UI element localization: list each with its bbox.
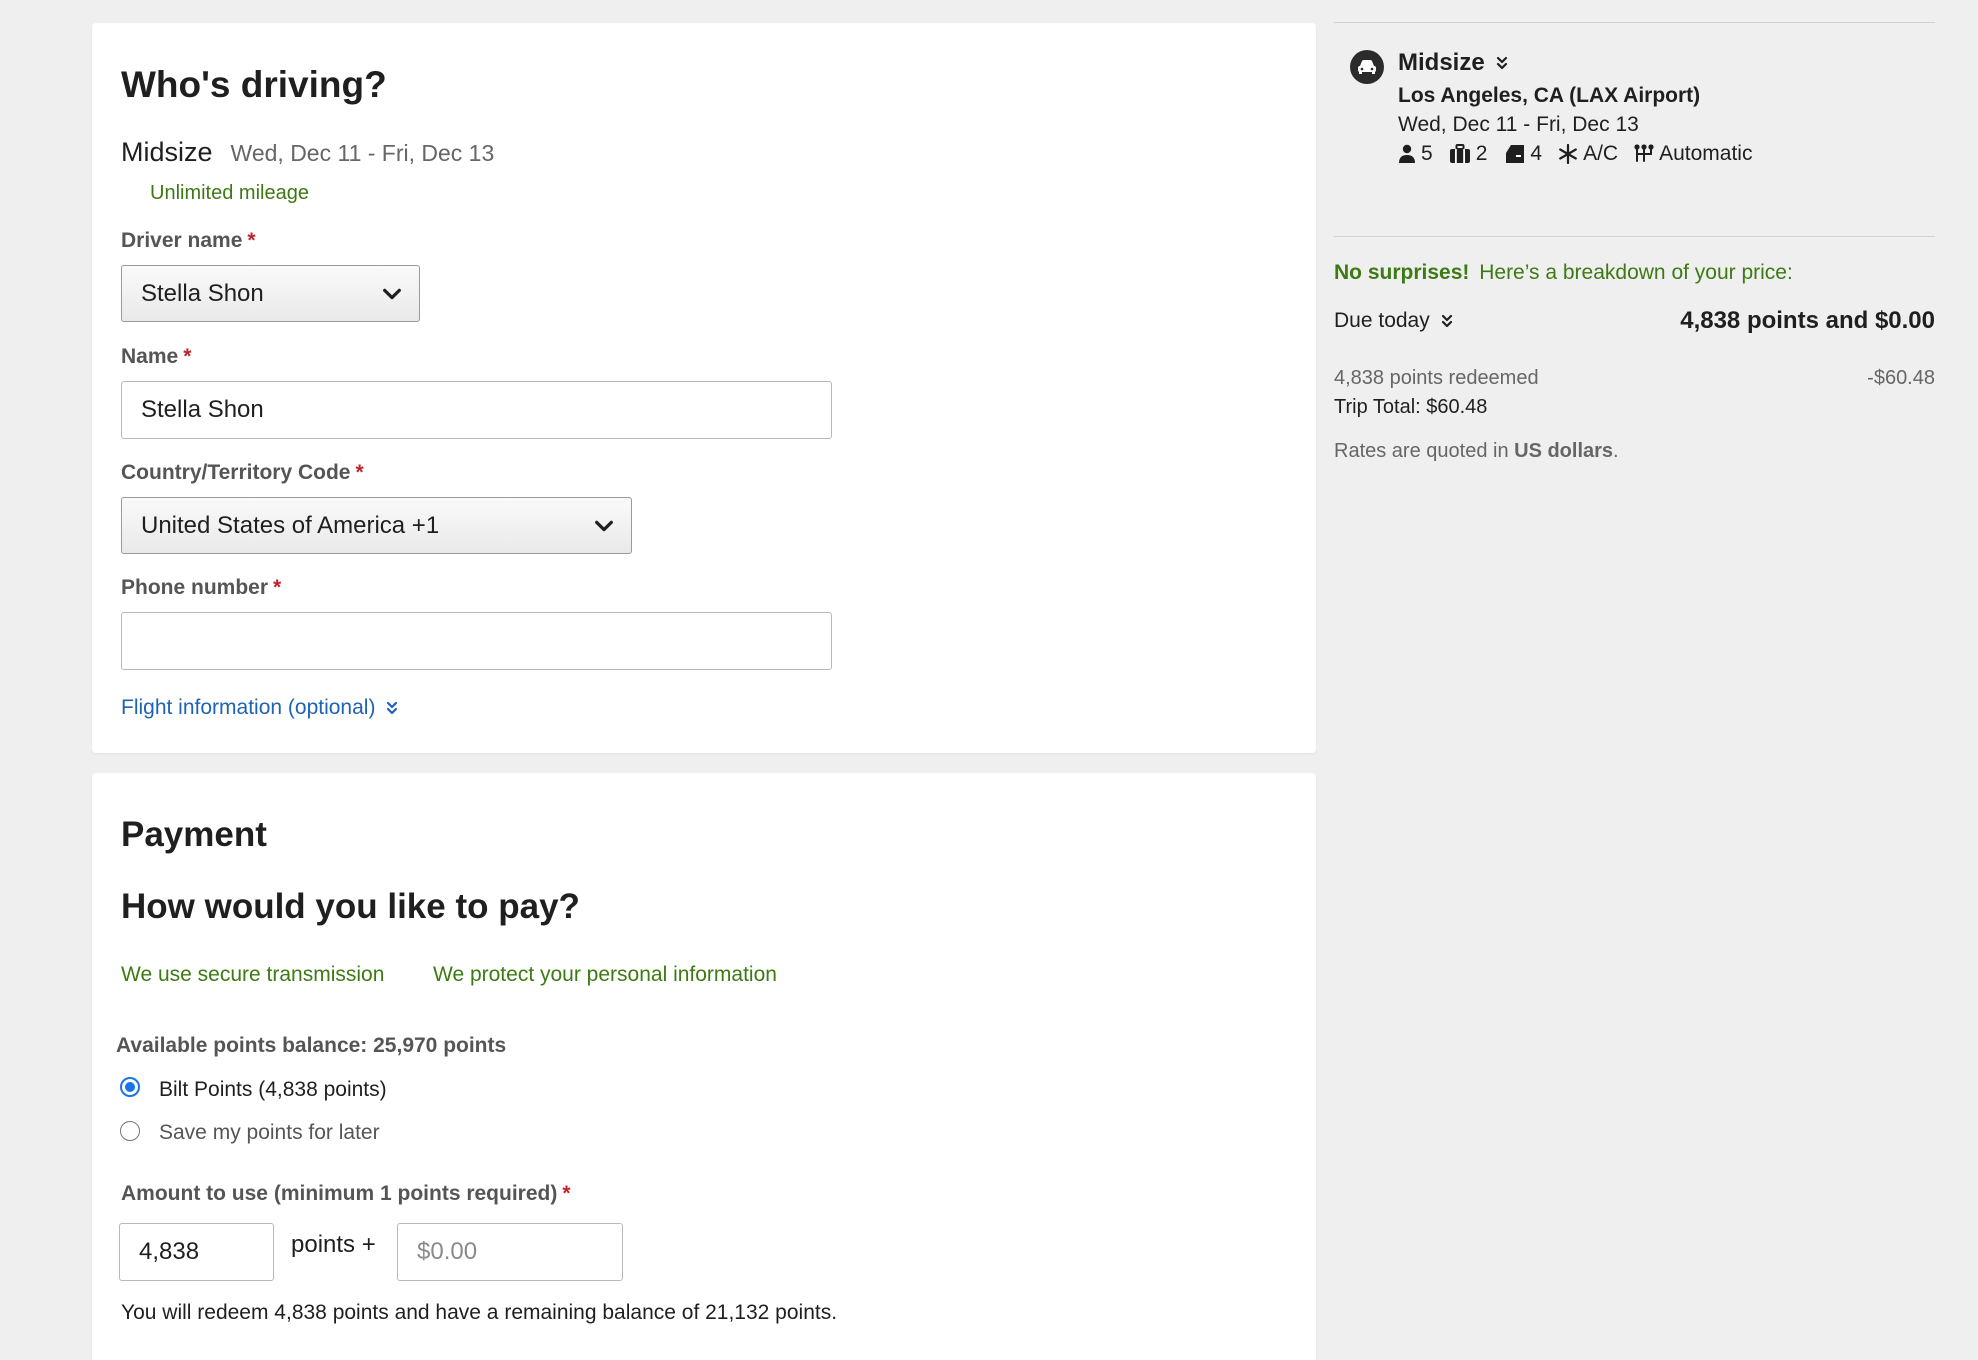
due-today-toggle[interactable]: Due today xyxy=(1334,309,1454,333)
summary-middle-divider xyxy=(1334,236,1935,237)
country-code-value: United States of America +1 xyxy=(141,511,440,539)
due-today-label: Due today xyxy=(1334,309,1430,332)
redeem-note: You will redeem 4,838 points and have a … xyxy=(121,1301,838,1324)
rates-currency: US dollars xyxy=(1514,440,1614,462)
summary-car-class: Midsize xyxy=(1398,49,1485,76)
car-door-icon xyxy=(1506,145,1525,163)
car-class: Midsize xyxy=(121,137,213,167)
rental-dates: Wed, Dec 11 - Fri, Dec 13 xyxy=(230,140,495,166)
doors-count: 4 xyxy=(1530,142,1543,165)
car-icon xyxy=(1350,50,1384,84)
cash-amount-input[interactable] xyxy=(397,1223,623,1281)
phone-number-input[interactable] xyxy=(121,612,832,670)
payment-card: Payment How would you like to pay? We us… xyxy=(92,773,1316,1360)
payment-heading: Payment xyxy=(121,815,267,854)
transmission-text: Automatic xyxy=(1659,142,1753,165)
car-summary-line: Midsize Wed, Dec 11 - Fri, Dec 13 xyxy=(121,137,494,168)
car-specs: 5 2 4 A/C Automatic xyxy=(1398,142,1768,166)
points-balance-text: Available points balance: 25,970 points xyxy=(116,1034,507,1057)
points-amount-input[interactable]: 4,838 xyxy=(119,1223,274,1281)
passengers-spec: 5 xyxy=(1398,142,1433,166)
rates-suffix: . xyxy=(1613,440,1619,462)
save-points-radio[interactable] xyxy=(120,1121,140,1141)
driver-name-label: Driver name * xyxy=(121,229,256,252)
phone-number-label: Phone number * xyxy=(121,576,282,599)
driver-name-value: Stella Shon xyxy=(141,279,264,307)
ac-spec: A/C xyxy=(1558,142,1618,166)
secure-transmission-text: We use secure transmission xyxy=(121,963,385,986)
required-mark: * xyxy=(355,461,364,484)
due-today-value: 4,838 points and $0.00 xyxy=(1680,307,1935,334)
save-points-label[interactable]: Save my points for later xyxy=(159,1121,380,1145)
summary-top-divider xyxy=(1334,22,1935,23)
luggage-icon xyxy=(1449,144,1470,163)
driver-heading: Who's driving? xyxy=(121,64,387,105)
bilt-points-radio[interactable] xyxy=(120,1077,140,1097)
required-mark: * xyxy=(183,345,192,368)
bags-spec: 2 xyxy=(1449,142,1488,166)
summary-location: Los Angeles, CA (LAX Airport) xyxy=(1398,84,1701,107)
required-mark: * xyxy=(273,576,282,599)
points-redeemed-value: -$60.48 xyxy=(1867,367,1935,389)
pay-question-heading: How would you like to pay? xyxy=(121,887,580,926)
name-label: Name * xyxy=(121,345,192,368)
double-chevron-down-icon xyxy=(1496,56,1507,70)
flight-information-label: Flight information (optional) xyxy=(121,696,376,719)
flight-information-link[interactable]: Flight information (optional) xyxy=(121,696,399,720)
summary-dates: Wed, Dec 11 - Fri, Dec 13 xyxy=(1398,113,1639,136)
rates-prefix: Rates are quoted in xyxy=(1334,440,1515,462)
double-chevron-down-icon xyxy=(387,701,398,715)
points-plus-text: points + xyxy=(291,1231,376,1258)
car-glyph xyxy=(1358,60,1376,74)
no-surprises-text: No surprises! xyxy=(1334,261,1470,284)
person-icon xyxy=(1399,144,1415,163)
summary-car-class-toggle[interactable]: Midsize xyxy=(1398,49,1509,77)
rates-currency-note: Rates are quoted in US dollars. xyxy=(1334,440,1619,463)
trip-total: Trip Total: $60.48 xyxy=(1334,396,1488,418)
amount-label: Amount to use (minimum 1 points required… xyxy=(121,1182,571,1205)
price-breakdown-intro: No surprises! Here’s a breakdown of your… xyxy=(1334,261,1793,285)
breakdown-text: Here’s a breakdown of your price: xyxy=(1479,261,1793,284)
passengers-count: 5 xyxy=(1421,142,1433,165)
bags-count: 2 xyxy=(1475,142,1488,165)
points-redeemed-label: 4,838 points redeemed xyxy=(1334,367,1539,389)
unlimited-mileage: Unlimited mileage xyxy=(150,182,309,204)
required-mark: * xyxy=(247,229,256,252)
country-code-label: Country/Territory Code * xyxy=(121,461,364,484)
ac-text: A/C xyxy=(1583,142,1619,165)
protect-information-text: We protect your personal information xyxy=(433,963,777,986)
doors-spec: 4 xyxy=(1503,142,1542,166)
name-input[interactable]: Stella Shon xyxy=(121,381,832,439)
required-mark: * xyxy=(562,1182,571,1205)
chevron-down-icon xyxy=(383,288,401,299)
snowflake-icon xyxy=(1559,144,1577,164)
bilt-points-label[interactable]: Bilt Points (4,838 points) xyxy=(159,1078,387,1102)
driver-name-select[interactable]: Stella Shon xyxy=(121,265,420,322)
chevron-down-icon xyxy=(595,520,613,531)
transmission-spec: Automatic xyxy=(1634,142,1752,166)
driver-card: Who's driving? Midsize Wed, Dec 11 - Fri… xyxy=(92,23,1316,753)
double-chevron-down-icon xyxy=(1441,314,1452,328)
country-code-select[interactable]: United States of America +1 xyxy=(121,497,632,554)
gear-shift-icon xyxy=(1634,144,1654,162)
